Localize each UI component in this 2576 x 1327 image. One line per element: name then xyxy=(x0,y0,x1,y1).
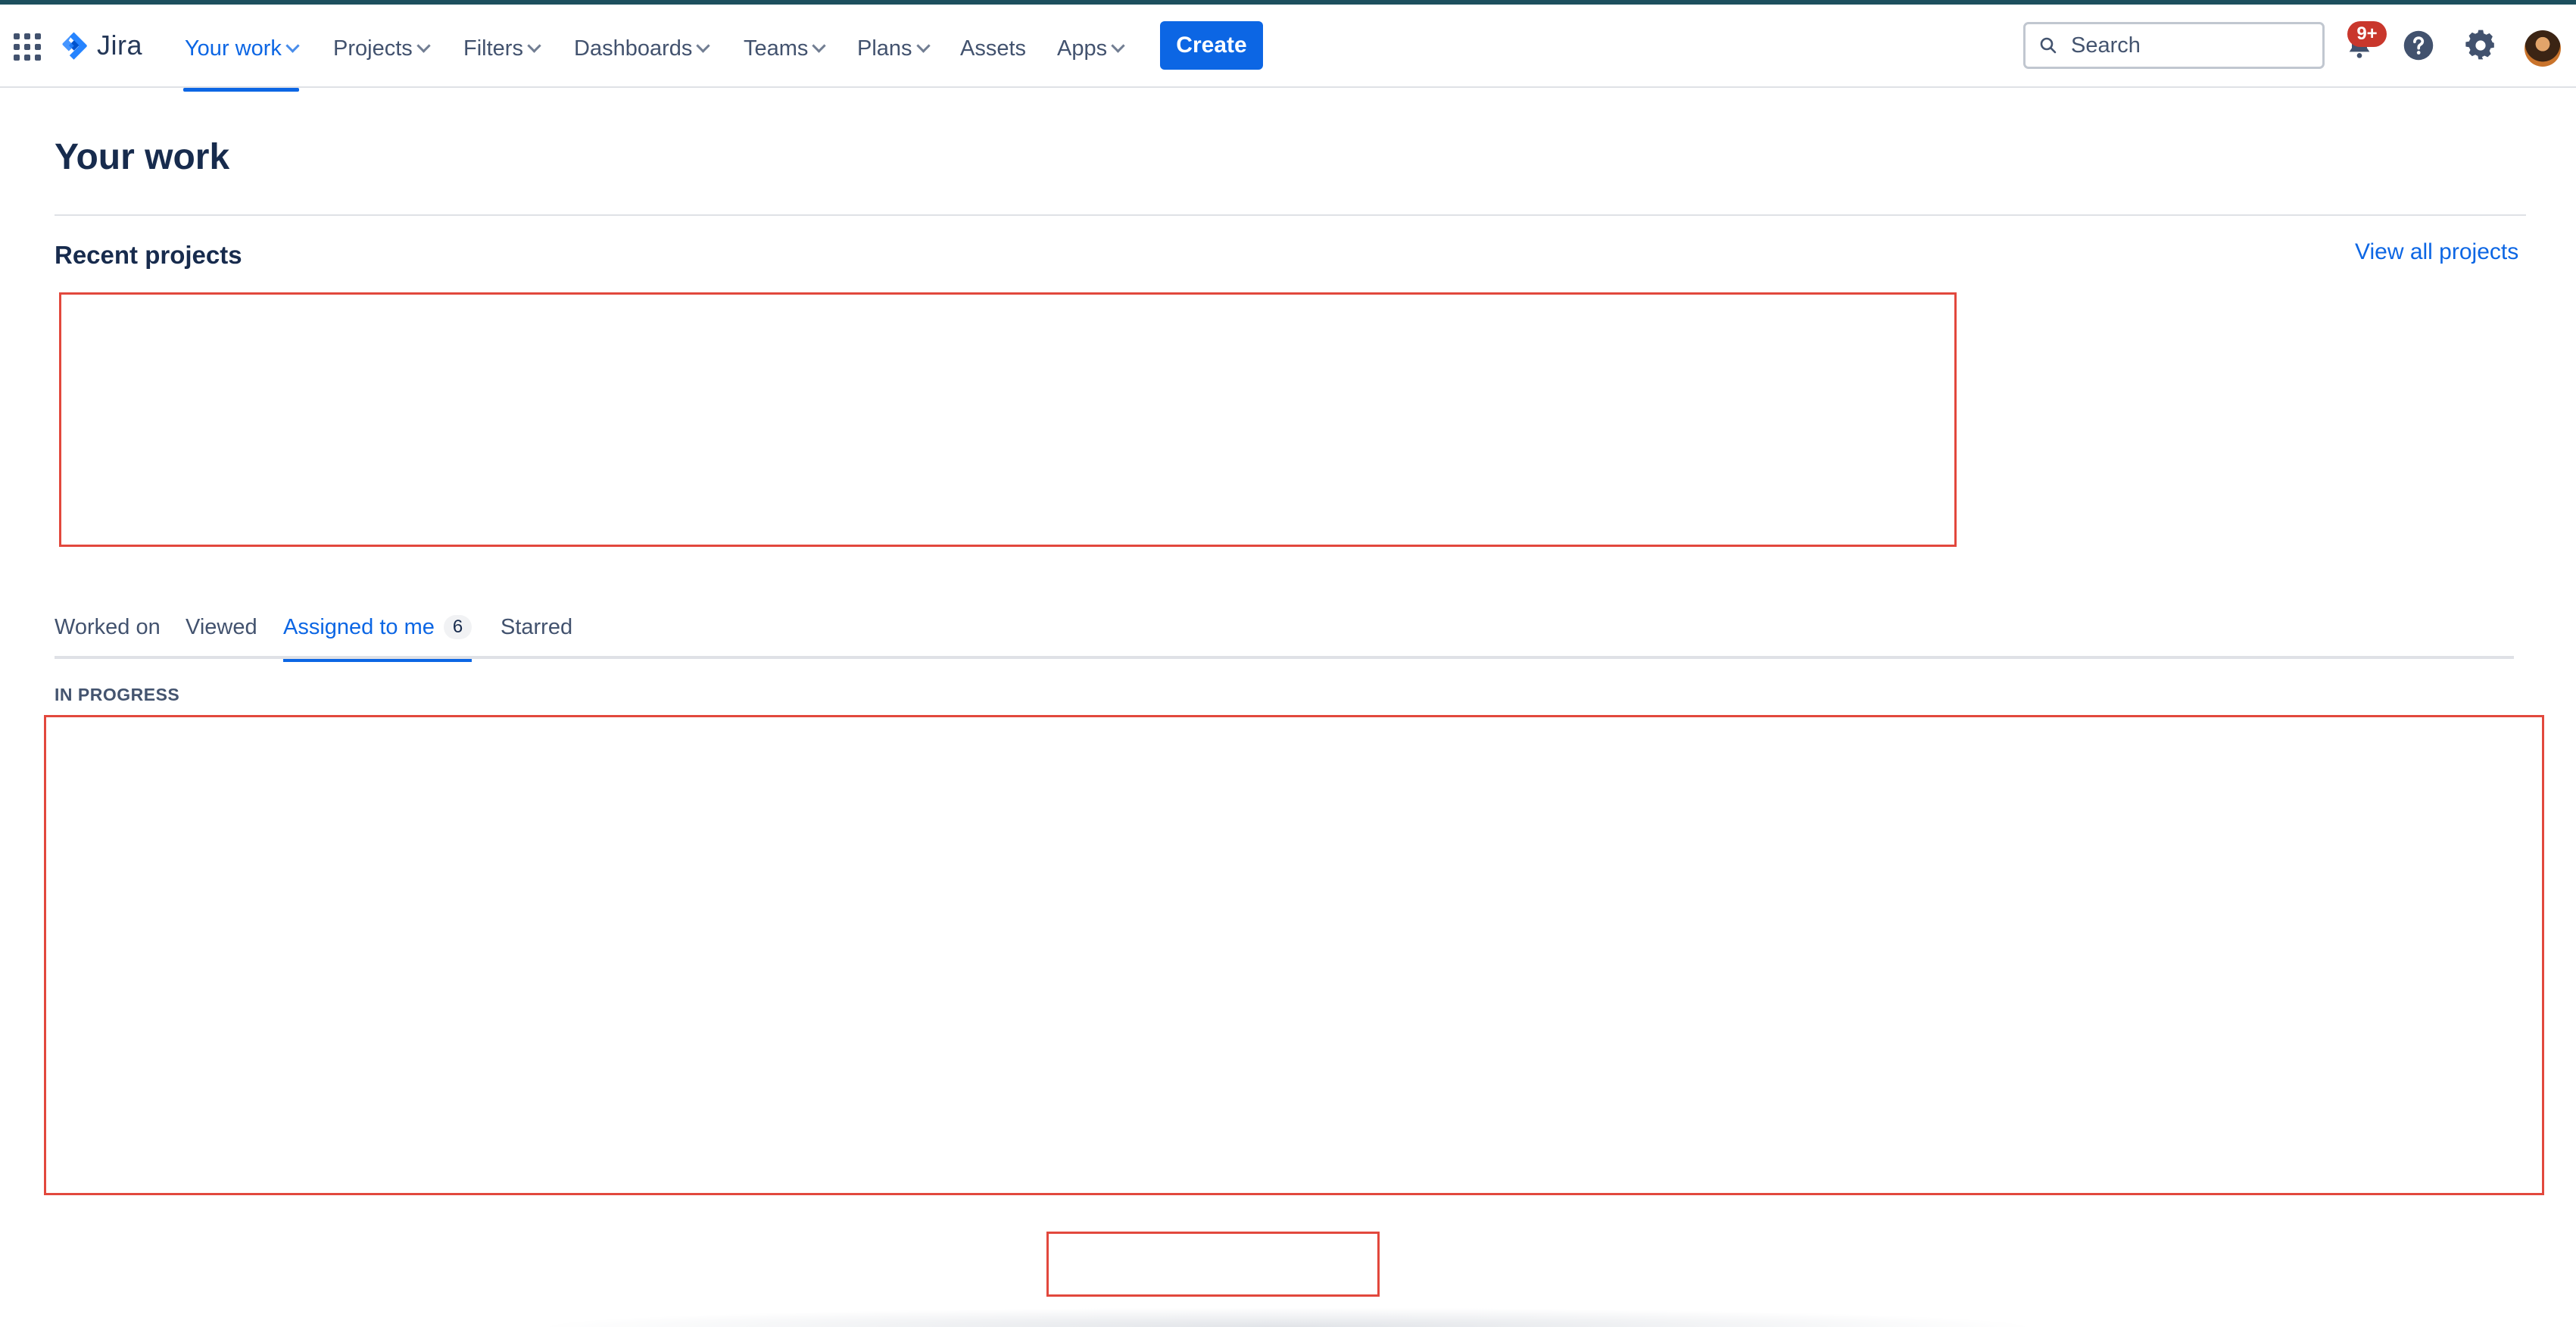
page-title: Your work xyxy=(55,137,230,177)
app-name: Jira xyxy=(97,30,143,61)
help-icon xyxy=(2403,30,2434,61)
avatar[interactable] xyxy=(2525,30,2561,67)
divider xyxy=(55,214,2526,216)
nav-label: Apps xyxy=(1057,36,1108,61)
nav-your-work[interactable]: Your work xyxy=(183,27,300,92)
tab-label: Starred xyxy=(501,615,573,639)
nav-label: Teams xyxy=(744,36,809,61)
nav-apps[interactable]: Apps xyxy=(1057,27,1125,70)
chevron-down-icon xyxy=(915,38,931,53)
bottom-shadow xyxy=(530,1307,2044,1327)
chevron-down-icon xyxy=(527,38,541,53)
jira-logo-icon xyxy=(62,32,87,60)
nav-dashboards[interactable]: Dashboards xyxy=(574,27,711,70)
tab-label: Viewed xyxy=(186,615,257,639)
chevron-down-icon xyxy=(812,38,827,53)
tab-starred[interactable]: Starred xyxy=(501,615,572,659)
search-icon xyxy=(2040,37,2057,54)
search-input[interactable] xyxy=(2069,32,2300,59)
view-all-projects-link[interactable]: View all projects xyxy=(2355,239,2518,265)
nav-plans[interactable]: Plans xyxy=(857,27,931,70)
jira-logo[interactable]: Jira xyxy=(59,30,142,61)
recent-projects-heading: Recent projects xyxy=(55,241,242,269)
help-button[interactable] xyxy=(2400,27,2437,64)
tab-worked-on[interactable]: Worked on xyxy=(55,615,161,659)
chevron-down-icon xyxy=(1111,38,1125,53)
nav-label: Projects xyxy=(333,36,413,61)
nav-teams[interactable]: Teams xyxy=(744,27,827,70)
work-tabs: Worked on Viewed Assigned to me 6 Starre… xyxy=(55,615,2514,662)
tab-count-badge: 6 xyxy=(443,615,472,639)
notification-badge: 9+ xyxy=(2347,21,2387,47)
chevron-down-icon xyxy=(285,38,300,53)
nav-label: Plans xyxy=(857,36,912,61)
tab-viewed[interactable]: Viewed xyxy=(186,615,257,659)
search-box[interactable] xyxy=(2023,22,2325,69)
in-progress-heading: IN PROGRESS xyxy=(55,685,180,704)
chevron-down-icon xyxy=(416,38,431,53)
top-navigation-bar: Jira Your work Projects Filters Dashboar… xyxy=(0,5,2576,92)
nav-label: Your work xyxy=(185,36,282,61)
app-switcher-icon[interactable] xyxy=(14,33,41,61)
tab-assigned-to-me[interactable]: Assigned to me 6 xyxy=(283,615,472,662)
tab-label: Assigned to me xyxy=(283,615,435,639)
assigned-issues-redacted-area xyxy=(44,715,2544,1195)
create-button[interactable]: Create xyxy=(1160,21,1263,70)
settings-button[interactable] xyxy=(2462,27,2499,64)
nav-label: Assets xyxy=(960,36,1027,61)
nav-filters[interactable]: Filters xyxy=(463,27,541,70)
tab-label: Worked on xyxy=(55,615,161,639)
nav-label: Dashboards xyxy=(574,36,693,61)
nav-label: Filters xyxy=(463,36,523,61)
chevron-down-icon xyxy=(696,38,711,53)
gear-icon xyxy=(2465,30,2494,60)
nav-assets[interactable]: Assets xyxy=(960,27,1026,70)
nav-projects[interactable]: Projects xyxy=(333,27,431,70)
recent-projects-redacted-area xyxy=(59,292,1957,547)
show-more-redacted-area xyxy=(1046,1232,1380,1297)
